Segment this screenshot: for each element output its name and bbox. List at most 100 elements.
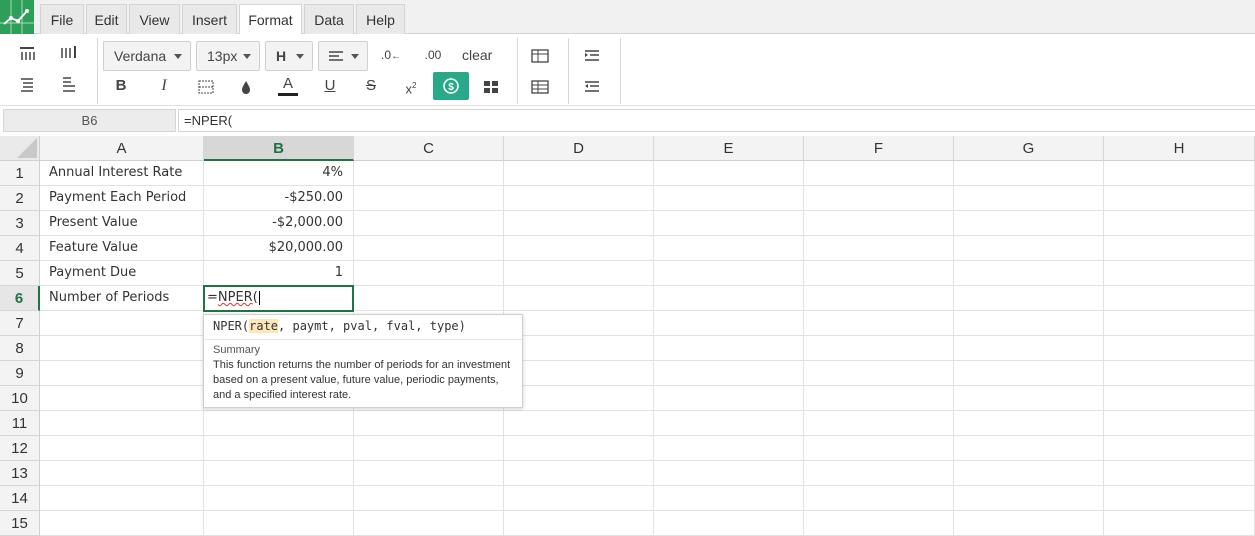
col-header-e[interactable]: E — [654, 136, 804, 161]
currency-format-button[interactable]: $ — [433, 72, 469, 100]
cell-empty[interactable] — [504, 486, 654, 511]
cell-empty[interactable] — [654, 486, 804, 511]
cell-empty[interactable] — [1104, 411, 1255, 436]
cell-empty[interactable] — [804, 286, 954, 311]
cell-empty[interactable] — [954, 386, 1104, 411]
cell-empty[interactable] — [354, 161, 504, 186]
cell-empty[interactable] — [654, 386, 804, 411]
cell-empty[interactable] — [1104, 161, 1255, 186]
cell-empty[interactable] — [954, 286, 1104, 311]
cell-empty[interactable] — [954, 486, 1104, 511]
col-header-b[interactable]: B — [204, 136, 354, 161]
text-color-icon[interactable]: A — [275, 71, 301, 97]
formula-input[interactable]: =NPER( — [178, 109, 1255, 132]
cell-empty[interactable] — [954, 336, 1104, 361]
active-cell-editor[interactable]: =NPER( — [203, 285, 354, 312]
row-header-4[interactable]: 4 — [0, 236, 40, 261]
cell-empty[interactable] — [504, 286, 654, 311]
font-family-select[interactable]: Verdana — [103, 41, 191, 71]
cell-empty[interactable] — [40, 411, 204, 436]
font-size-select[interactable]: 13px — [196, 41, 260, 71]
cell-empty[interactable] — [804, 361, 954, 386]
cell-empty[interactable] — [954, 511, 1104, 536]
cell-empty[interactable] — [504, 186, 654, 211]
cell-empty[interactable] — [504, 261, 654, 286]
cell-empty[interactable] — [504, 361, 654, 386]
decrease-decimal-icon[interactable]: .0← — [378, 42, 404, 68]
cell-empty[interactable] — [354, 186, 504, 211]
cell-empty[interactable] — [1104, 211, 1255, 236]
name-box[interactable]: B6 — [3, 109, 176, 132]
cell-empty[interactable] — [654, 511, 804, 536]
cell-empty[interactable] — [804, 436, 954, 461]
cell-label[interactable]: Payment Due — [40, 261, 204, 286]
cell-empty[interactable] — [654, 286, 804, 311]
cell-value[interactable]: -$250.00 — [204, 186, 354, 211]
col-header-a[interactable]: A — [40, 136, 204, 161]
cell-empty[interactable] — [1104, 386, 1255, 411]
table-icon[interactable] — [527, 42, 553, 68]
italic-icon[interactable]: I — [151, 73, 177, 99]
menu-format[interactable]: Format — [239, 4, 302, 35]
cell-empty[interactable] — [40, 436, 204, 461]
cell-empty[interactable] — [654, 436, 804, 461]
cell-empty[interactable] — [804, 311, 954, 336]
row-header-13[interactable]: 13 — [0, 461, 40, 486]
cell-empty[interactable] — [40, 511, 204, 536]
cell-value[interactable]: 1 — [204, 261, 354, 286]
cell-empty[interactable] — [1104, 511, 1255, 536]
cell-empty[interactable] — [954, 236, 1104, 261]
cell-empty[interactable] — [354, 261, 504, 286]
cell-empty[interactable] — [354, 286, 504, 311]
cell-empty[interactable] — [804, 486, 954, 511]
cell-empty[interactable] — [1104, 361, 1255, 386]
cell-empty[interactable] — [954, 311, 1104, 336]
cell-empty[interactable] — [1104, 336, 1255, 361]
cell-label[interactable]: Number of Periods — [40, 286, 204, 311]
cell-empty[interactable] — [1104, 186, 1255, 211]
cell-empty[interactable] — [954, 186, 1104, 211]
cell-empty[interactable] — [504, 236, 654, 261]
cell-empty[interactable] — [954, 161, 1104, 186]
border-icon[interactable] — [193, 73, 219, 99]
cell-empty[interactable] — [204, 486, 354, 511]
row-header-12[interactable]: 12 — [0, 436, 40, 461]
row-header-1[interactable]: 1 — [0, 161, 40, 186]
row-header-10[interactable]: 10 — [0, 386, 40, 411]
superscript-icon[interactable]: x2 — [398, 73, 424, 99]
cell-empty[interactable] — [804, 461, 954, 486]
row-header-14[interactable]: 14 — [0, 486, 40, 511]
row-header-7[interactable]: 7 — [0, 311, 40, 336]
layout-icon[interactable] — [478, 73, 504, 99]
cell-empty[interactable] — [1104, 436, 1255, 461]
cell-empty[interactable] — [954, 211, 1104, 236]
insert-row-above-icon[interactable] — [14, 43, 40, 69]
cell-empty[interactable] — [954, 411, 1104, 436]
strikethrough-icon[interactable]: S — [358, 73, 384, 99]
cell-empty[interactable] — [1104, 311, 1255, 336]
cell-empty[interactable] — [504, 411, 654, 436]
cell-empty[interactable] — [1104, 261, 1255, 286]
menu-help[interactable]: Help — [356, 4, 405, 34]
cell-empty[interactable] — [654, 261, 804, 286]
col-header-c[interactable]: C — [354, 136, 504, 161]
cell-empty[interactable] — [654, 186, 804, 211]
cell-empty[interactable] — [204, 461, 354, 486]
cell-empty[interactable] — [504, 311, 654, 336]
cell-value[interactable]: 4% — [204, 161, 354, 186]
cell-empty[interactable] — [504, 211, 654, 236]
row-header-2[interactable]: 2 — [0, 186, 40, 211]
row-header-8[interactable]: 8 — [0, 336, 40, 361]
cell-empty[interactable] — [504, 461, 654, 486]
cell-label[interactable]: Payment Each Period — [40, 186, 204, 211]
cell-empty[interactable] — [954, 361, 1104, 386]
cell-empty[interactable] — [40, 461, 204, 486]
cell-empty[interactable] — [354, 211, 504, 236]
cell-empty[interactable] — [654, 361, 804, 386]
cell-empty[interactable] — [804, 411, 954, 436]
cell-empty[interactable] — [354, 411, 504, 436]
cell-empty[interactable] — [204, 411, 354, 436]
cell-empty[interactable] — [954, 261, 1104, 286]
increase-decimal-icon[interactable]: .00 — [420, 42, 446, 68]
row-header-15[interactable]: 15 — [0, 511, 40, 536]
